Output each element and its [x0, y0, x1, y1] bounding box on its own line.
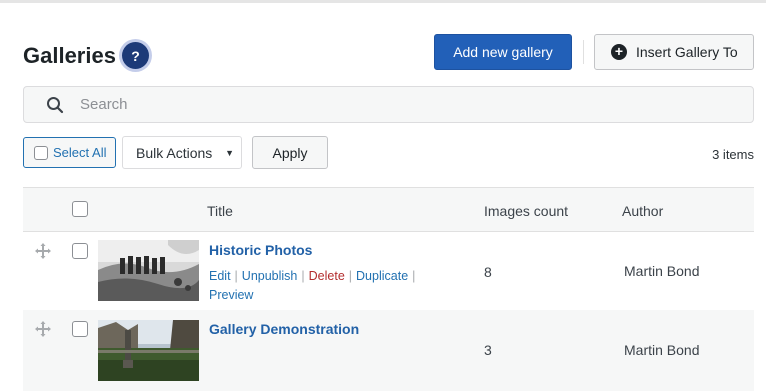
- row-checkbox[interactable]: [72, 321, 88, 337]
- author-name: Martin Bond: [624, 342, 700, 358]
- search-icon: [47, 96, 64, 113]
- gallery-thumbnail[interactable]: [98, 240, 199, 301]
- preview-link[interactable]: Preview: [209, 288, 253, 302]
- row-actions: Edit | Unpublish | Delete | Duplicate | Preview: [209, 269, 416, 302]
- item-count: 3 items: [712, 147, 754, 162]
- select-all-button[interactable]: Select All: [23, 137, 116, 168]
- edit-link[interactable]: Edit: [209, 269, 231, 283]
- column-title[interactable]: Title: [207, 203, 233, 219]
- images-count: 8: [484, 264, 492, 280]
- row-checkbox[interactable]: [72, 243, 88, 259]
- page-title: Galleries: [23, 43, 116, 68]
- select-all-label: Select All: [53, 145, 107, 160]
- table-row: Gallery Demonstration 3 Martin Bond: [23, 310, 754, 391]
- drag-handle-icon[interactable]: [35, 321, 51, 337]
- chevron-down-icon: ▼: [225, 148, 234, 158]
- drag-handle-icon[interactable]: [35, 243, 51, 259]
- delete-link[interactable]: Delete: [309, 269, 345, 283]
- help-icon[interactable]: ?: [122, 42, 149, 69]
- insert-gallery-label: Insert Gallery To: [636, 44, 738, 60]
- apply-button[interactable]: Apply: [252, 136, 328, 169]
- table-row: Historic Photos Edit | Unpublish | Delete | Du…: [23, 232, 754, 310]
- bulk-actions-select[interactable]: Bulk Actions ▼: [122, 136, 242, 169]
- search-box[interactable]: [23, 86, 754, 123]
- gallery-title-link[interactable]: Historic Photos: [209, 242, 312, 258]
- unpublish-link[interactable]: Unpublish: [242, 269, 298, 283]
- header-checkbox[interactable]: [72, 201, 88, 217]
- gallery-title-link[interactable]: Gallery Demonstration: [209, 321, 359, 337]
- plus-circle-icon: +: [611, 44, 627, 60]
- duplicate-link[interactable]: Duplicate: [356, 269, 408, 283]
- search-input[interactable]: [80, 96, 680, 113]
- add-new-gallery-button[interactable]: Add new gallery: [434, 34, 572, 70]
- gallery-thumbnail[interactable]: [98, 320, 199, 381]
- column-author[interactable]: Author: [622, 203, 663, 219]
- header-divider: [583, 40, 584, 64]
- select-all-checkbox[interactable]: [34, 145, 48, 160]
- author-name: Martin Bond: [624, 263, 700, 279]
- bulk-actions-label: Bulk Actions: [136, 144, 213, 161]
- column-images-count[interactable]: Images count: [484, 203, 568, 219]
- insert-gallery-button[interactable]: + Insert Gallery To: [594, 34, 754, 70]
- top-border: [0, 0, 766, 3]
- table-header: Title Images count Author: [23, 187, 754, 232]
- images-count: 3: [484, 342, 492, 358]
